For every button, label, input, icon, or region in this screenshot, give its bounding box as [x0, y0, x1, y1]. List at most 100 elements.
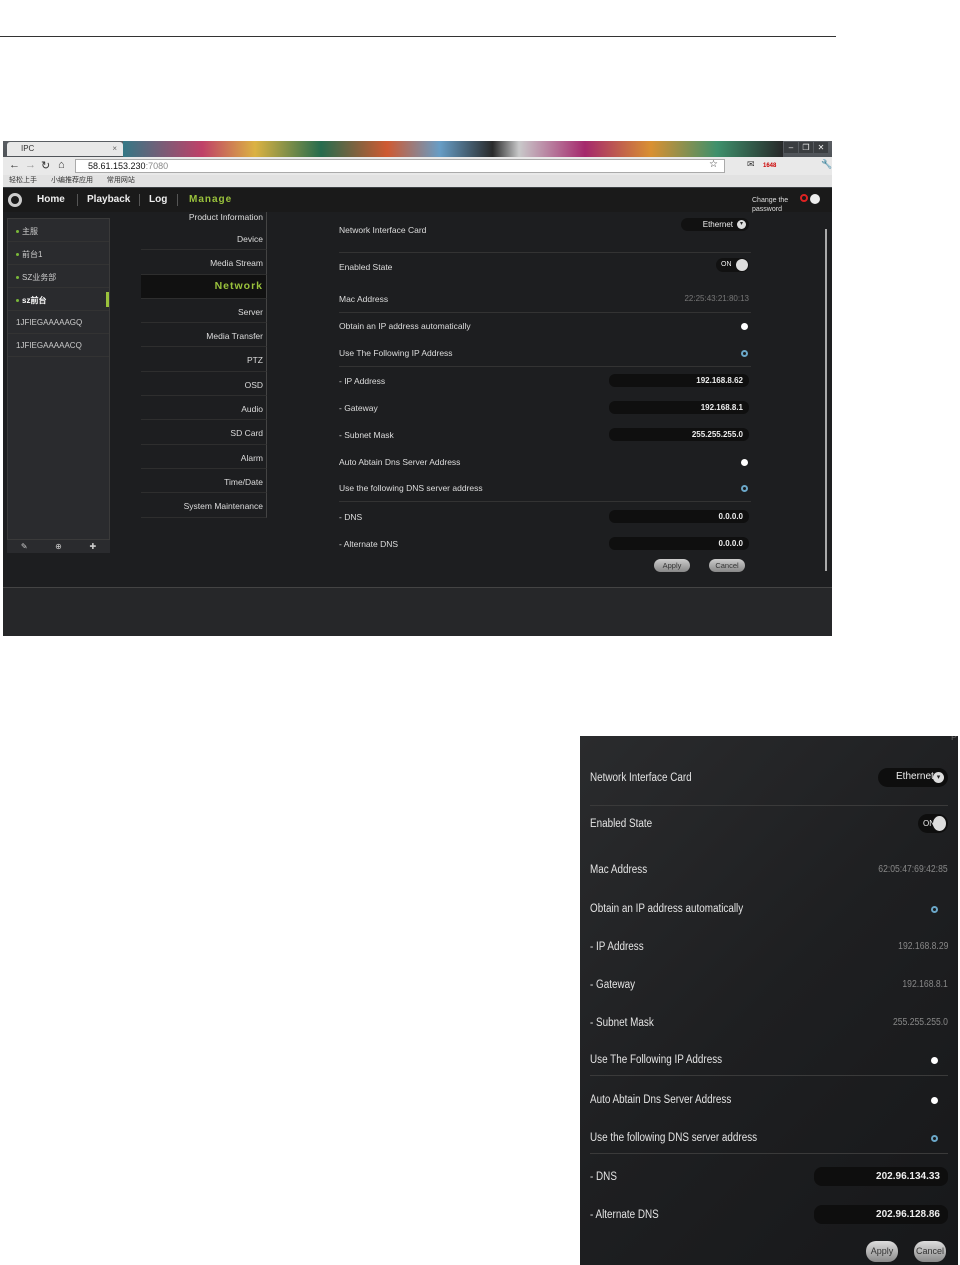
tab-close-icon[interactable]: × — [112, 144, 117, 153]
user-icon[interactable] — [810, 194, 820, 204]
wrench-menu-icon[interactable]: 🔧 — [821, 159, 832, 170]
chevron-down-icon: ▾ — [737, 220, 746, 229]
radio-auto-dns[interactable] — [931, 1097, 938, 1104]
wrench-icon[interactable]: ✎ — [21, 542, 28, 551]
menu-sd-card[interactable]: SD Card — [141, 420, 267, 445]
radio-use-following-dns[interactable] — [741, 485, 748, 492]
plus-icon[interactable]: ✚ — [89, 542, 96, 551]
menu-media-transfer[interactable]: Media Transfer — [141, 323, 267, 348]
enabled-toggle[interactable]: ON — [716, 258, 749, 272]
home-icon[interactable]: ⌂ — [58, 159, 65, 171]
menu-device[interactable]: Device — [141, 226, 267, 251]
row-network-interface-card: Network Interface Card Ethernet ▾ — [590, 768, 948, 818]
device-item[interactable]: 前台1 — [8, 242, 109, 265]
browser-tab[interactable]: IPC × — [7, 142, 123, 156]
row-subnet-mask: - Subnet Mask 255.255.255.0 — [339, 421, 751, 448]
row-alternate-dns: - Alternate DNS 202.96.128.86 — [590, 1205, 948, 1247]
ip-address-input[interactable]: 192.168.8.62 — [609, 374, 749, 387]
cancel-button[interactable]: Cancel — [709, 559, 745, 572]
radio-use-following-dns[interactable] — [931, 1135, 938, 1142]
dns-input[interactable]: 202.96.134.33 — [814, 1167, 948, 1186]
forward-icon[interactable]: → — [25, 159, 36, 171]
menu-time-date[interactable]: Time/Date — [141, 468, 267, 494]
device-item[interactable]: SZ业务部 — [8, 265, 109, 288]
alternate-dns-input[interactable]: 202.96.128.86 — [814, 1205, 948, 1224]
menu-media-stream[interactable]: Media Stream — [141, 250, 267, 275]
nic-select[interactable]: Ethernet ▾ — [680, 218, 749, 231]
screenshot-network-settings-zoomed: P Network Interface Card Ethernet ▾ Enabl… — [580, 736, 958, 1265]
app-logo-icon — [8, 193, 22, 207]
bookmark-item[interactable]: 常用网站 — [107, 177, 135, 184]
power-icon[interactable] — [800, 194, 808, 202]
enabled-toggle[interactable]: ON — [918, 814, 948, 833]
star-icon[interactable]: ☆ — [709, 159, 718, 170]
notification-badge: 1648 — [763, 163, 777, 169]
mail-icon[interactable]: ✉ — [747, 159, 755, 170]
label: Obtain an IP address automatically — [339, 321, 471, 331]
apply-button[interactable]: Apply — [654, 559, 690, 572]
row-auto-dns: Auto Abtain Dns Server Address — [339, 448, 751, 475]
subnet-mask-input[interactable]: 255.255.255.0 — [609, 428, 749, 441]
online-dot — [16, 276, 19, 280]
url-port: :7080 — [145, 161, 169, 171]
nav-playback[interactable]: Playback — [87, 194, 130, 205]
back-icon[interactable]: ← — [9, 159, 20, 171]
device-item-selected[interactable]: sz前台 — [8, 288, 109, 311]
row-dns: - DNS 0.0.0.0 — [339, 502, 751, 529]
nic-select[interactable]: Ethernet ▾ — [878, 768, 948, 787]
label: Auto Abtain Dns Server Address — [590, 1094, 732, 1106]
change-password-link[interactable]: Change the password — [752, 196, 798, 214]
divider — [590, 1075, 948, 1076]
minimize-icon[interactable]: – — [784, 142, 798, 153]
menu-ptz[interactable]: PTZ — [141, 347, 267, 372]
menu-product-information[interactable]: Product Information — [141, 212, 267, 226]
row-enabled-state: Enabled State ON — [339, 253, 751, 285]
radio-use-following-ip[interactable] — [931, 1057, 938, 1064]
nav-manage[interactable]: Manage — [189, 194, 232, 205]
radio-obtain-ip-auto[interactable] — [931, 906, 938, 913]
address-toolbar: ← → ↻ ⌂ 58.61.153.230:7080 ☆ ✉ 1648 🔧 — [3, 157, 832, 175]
restore-icon[interactable]: ❐ — [799, 142, 813, 153]
cancel-button[interactable]: Cancel — [914, 1241, 946, 1262]
zoom-icon[interactable]: ⊕ — [55, 542, 62, 551]
mac-value: 22:25:43:21:80:13 — [684, 294, 749, 303]
device-item[interactable]: 1JFIEGAAAAAGQ — [8, 311, 109, 334]
row-enabled-state: Enabled State ON — [590, 814, 948, 864]
alternate-dns-input[interactable]: 0.0.0.0 — [609, 537, 749, 550]
app-navbar: Home Playback Log Manage Change the pass… — [3, 188, 832, 214]
menu-system-maintenance[interactable]: System Maintenance — [141, 493, 267, 518]
label: Use The Following IP Address — [590, 1054, 723, 1066]
toggle-knob — [933, 816, 946, 831]
bookmark-item[interactable]: 小编推荐应用 — [51, 177, 93, 184]
nav-separator — [177, 194, 178, 206]
device-item[interactable]: 主服 — [8, 219, 109, 242]
nav-log[interactable]: Log — [149, 194, 167, 205]
radio-obtain-ip-auto[interactable] — [741, 323, 748, 330]
menu-server[interactable]: Server — [141, 298, 267, 324]
apply-button[interactable]: Apply — [866, 1241, 898, 1262]
network-form: Network Interface Card Ethernet ▾ Enabled… — [339, 218, 751, 556]
reload-icon[interactable]: ↻ — [41, 159, 50, 172]
url-input[interactable]: 58.61.153.230:7080 — [75, 159, 725, 173]
app-footer — [3, 587, 832, 636]
nav-home[interactable]: Home — [37, 194, 65, 205]
menu-alarm[interactable]: Alarm — [141, 444, 267, 469]
row-ip-address: - IP Address 192.168.8.62 — [339, 367, 751, 394]
label: - IP Address — [339, 376, 386, 386]
label: Auto Abtain Dns Server Address — [339, 457, 461, 467]
menu-audio[interactable]: Audio — [141, 396, 267, 421]
device-item[interactable]: 1JFIEGAAAAACQ — [8, 334, 109, 357]
menu-network[interactable]: Network — [141, 274, 267, 299]
label: - Subnet Mask — [339, 430, 394, 440]
radio-auto-dns[interactable] — [741, 459, 748, 466]
row-subnet-mask: - Subnet Mask 255.255.255.0 — [590, 1017, 948, 1054]
bookmarks-bar: 轻松上手 小编推荐应用 常用网站 — [3, 175, 832, 187]
gateway-input[interactable]: 192.168.8.1 — [609, 401, 749, 414]
dns-input[interactable]: 0.0.0.0 — [609, 510, 749, 523]
menu-osd[interactable]: OSD — [141, 371, 267, 397]
online-dot — [16, 253, 19, 257]
radio-use-following-ip[interactable] — [741, 350, 748, 357]
scrollbar[interactable] — [825, 229, 827, 571]
close-window-icon[interactable]: ✕ — [814, 142, 828, 153]
bookmark-item[interactable]: 轻松上手 — [9, 177, 37, 184]
